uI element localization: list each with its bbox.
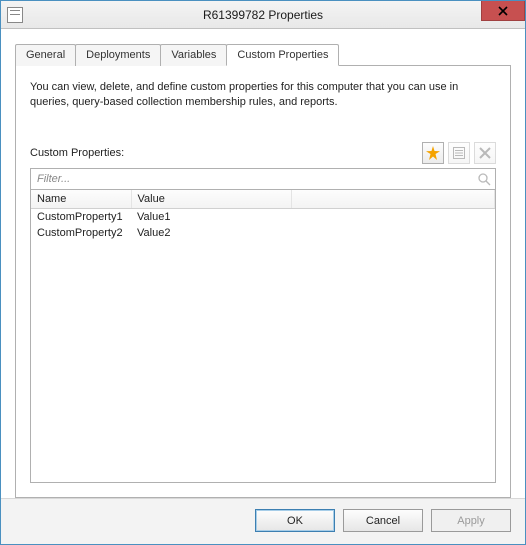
cell-value: Value1 — [131, 208, 291, 225]
window-body: General Deployments Variables Custom Pro… — [1, 29, 525, 498]
filter-row — [30, 168, 496, 190]
properties-window: R61399782 Properties General Deployments… — [0, 0, 526, 545]
delete-icon — [478, 146, 492, 160]
close-icon — [498, 6, 508, 16]
ok-button[interactable]: OK — [255, 509, 335, 532]
starburst-icon — [426, 146, 440, 160]
tab-deployments[interactable]: Deployments — [75, 44, 161, 66]
section-header-row: Custom Properties: — [30, 142, 496, 164]
tab-general[interactable]: General — [15, 44, 76, 66]
table-row[interactable]: CustomProperty2 Value2 — [31, 225, 495, 241]
titlebar: R61399782 Properties — [1, 1, 525, 29]
apply-button[interactable]: Apply — [431, 509, 511, 532]
app-icon — [7, 7, 23, 23]
section-label: Custom Properties: — [30, 147, 124, 159]
window-title: R61399782 Properties — [1, 8, 525, 22]
button-bar: OK Cancel Apply — [1, 498, 525, 544]
search-icon — [477, 172, 491, 186]
grid-container: Name Value CustomProperty1 Value1 Custom — [30, 190, 496, 483]
cell-name: CustomProperty1 — [31, 208, 131, 225]
col-header-value[interactable]: Value — [131, 190, 291, 209]
col-header-name[interactable]: Name — [31, 190, 131, 209]
new-button[interactable] — [422, 142, 444, 164]
tab-custom-properties[interactable]: Custom Properties — [226, 44, 339, 66]
properties-grid[interactable]: Name Value CustomProperty1 Value1 Custom — [31, 190, 495, 241]
cell-value: Value2 — [131, 225, 291, 241]
table-row[interactable]: CustomProperty1 Value1 — [31, 208, 495, 225]
toolbar — [422, 142, 496, 164]
description-text: You can view, delete, and define custom … — [30, 80, 496, 110]
grid-header-row: Name Value — [31, 190, 495, 209]
close-button[interactable] — [481, 1, 525, 21]
properties-button[interactable] — [448, 142, 470, 164]
filter-input[interactable] — [35, 172, 477, 186]
cancel-button[interactable]: Cancel — [343, 509, 423, 532]
tab-variables[interactable]: Variables — [160, 44, 227, 66]
tab-page-custom-properties: You can view, delete, and define custom … — [15, 65, 511, 498]
tabstrip: General Deployments Variables Custom Pro… — [15, 43, 511, 65]
properties-icon — [452, 146, 466, 160]
cell-name: CustomProperty2 — [31, 225, 131, 241]
delete-button[interactable] — [474, 142, 496, 164]
col-header-spacer — [291, 190, 495, 209]
